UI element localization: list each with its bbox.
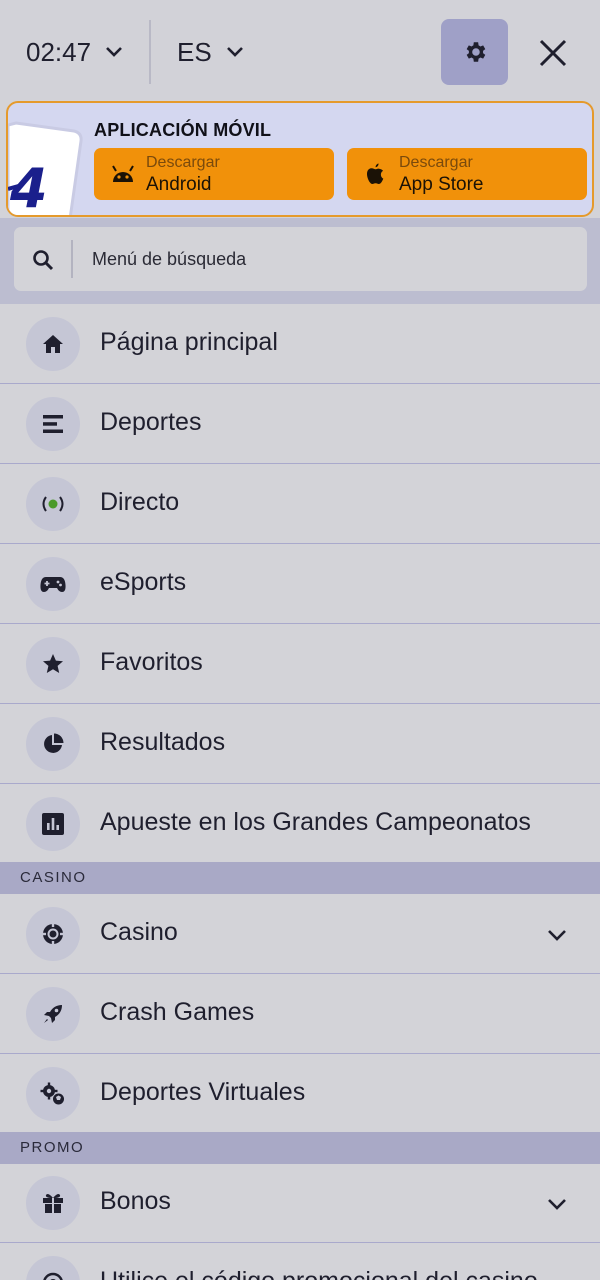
chevron-down-icon[interactable] bbox=[546, 1197, 568, 1211]
menu-label: Deportes Virtuales bbox=[100, 1078, 306, 1106]
live-icon bbox=[26, 477, 80, 531]
menu-item-favorites[interactable]: Favoritos bbox=[0, 624, 600, 704]
close-icon bbox=[539, 39, 567, 67]
time-selector[interactable]: 02:47 bbox=[26, 34, 123, 70]
search-area: Menú de búsqueda bbox=[0, 218, 600, 304]
menu-item-sports[interactable]: Deportes bbox=[0, 384, 600, 464]
menu-item-results[interactable]: Resultados bbox=[0, 704, 600, 784]
search-icon bbox=[33, 250, 54, 271]
section-header-promo: PROMO bbox=[0, 1132, 600, 1164]
menu-label: Utilice el código promocional del casino bbox=[100, 1267, 538, 1280]
language-value: ES bbox=[177, 36, 212, 67]
menu-label: Bonos bbox=[100, 1187, 171, 1215]
rocket-icon bbox=[26, 987, 80, 1041]
top-bar: 02:47 ES bbox=[0, 0, 600, 100]
search-placeholder: Menú de búsqueda bbox=[92, 249, 247, 269]
chip-icon bbox=[26, 907, 80, 961]
menu-label: Resultados bbox=[100, 728, 226, 756]
chevron-down-icon bbox=[106, 47, 122, 57]
menu-item-virtual-sports[interactable]: Deportes Virtuales bbox=[0, 1054, 600, 1134]
menu-label: eSports bbox=[100, 568, 187, 596]
download-appstore-button[interactable]: Descargar App Store bbox=[347, 148, 587, 200]
menu-label: Deportes bbox=[100, 408, 202, 436]
android-label: Android bbox=[146, 174, 212, 195]
menu-label: Casino bbox=[100, 918, 178, 946]
menu-label: Directo bbox=[100, 488, 180, 516]
download-label: Descargar bbox=[399, 154, 473, 171]
section-title: CASINO bbox=[20, 869, 87, 886]
gamepad-icon bbox=[26, 557, 80, 611]
mobile-app-banner: 4 APLICACIÓN MÓVIL Descargar Android Des… bbox=[6, 101, 594, 217]
search-divider bbox=[71, 240, 73, 278]
promo-code-icon bbox=[26, 1256, 80, 1280]
menu-item-esports[interactable]: eSports bbox=[0, 544, 600, 624]
virtual-sports-icon bbox=[26, 1067, 80, 1121]
language-selector[interactable]: ES bbox=[177, 34, 244, 70]
star-icon bbox=[26, 637, 80, 691]
search-input[interactable]: Menú de búsqueda bbox=[14, 227, 587, 291]
menu-label: Apueste en los Grandes Campeonatos bbox=[100, 808, 531, 836]
menu-item-casino[interactable]: Casino bbox=[0, 894, 600, 974]
menu-label: Página principal bbox=[100, 328, 278, 356]
pie-chart-icon bbox=[26, 717, 80, 771]
section-title: PROMO bbox=[20, 1139, 85, 1156]
android-icon bbox=[112, 165, 134, 182]
menu-item-live[interactable]: Directo bbox=[0, 464, 600, 544]
download-label: Descargar bbox=[146, 154, 220, 171]
download-android-button[interactable]: Descargar Android bbox=[94, 148, 334, 200]
bar-chart-icon bbox=[26, 797, 80, 851]
menu-item-crash-games[interactable]: Crash Games bbox=[0, 974, 600, 1054]
appstore-label: App Store bbox=[399, 174, 484, 195]
chevron-down-icon bbox=[226, 47, 243, 57]
menu-label: Favoritos bbox=[100, 648, 203, 676]
chevron-down-icon[interactable] bbox=[546, 928, 568, 942]
banner-title: APLICACIÓN MÓVIL bbox=[94, 120, 272, 140]
home-icon bbox=[26, 317, 80, 371]
gift-icon bbox=[26, 1176, 80, 1230]
list-icon bbox=[26, 397, 80, 451]
close-button[interactable] bbox=[534, 34, 572, 72]
menu-item-championships[interactable]: Apueste en los Grandes Campeonatos bbox=[0, 784, 600, 864]
section-header-casino: CASINO bbox=[0, 862, 600, 894]
time-value: 02:47 bbox=[26, 36, 92, 67]
menu-label: Crash Games bbox=[100, 998, 255, 1026]
divider bbox=[149, 20, 151, 84]
menu-item-home[interactable]: Página principal bbox=[0, 304, 600, 384]
apple-icon bbox=[367, 163, 384, 184]
app-phone-logo: 4 bbox=[8, 121, 83, 215]
menu-item-bonuses[interactable]: Bonos bbox=[0, 1163, 600, 1243]
gear-icon bbox=[466, 42, 485, 62]
menu-item-promo-code[interactable]: Utilice el código promocional del casino bbox=[0, 1243, 600, 1280]
settings-button[interactable] bbox=[441, 19, 508, 85]
